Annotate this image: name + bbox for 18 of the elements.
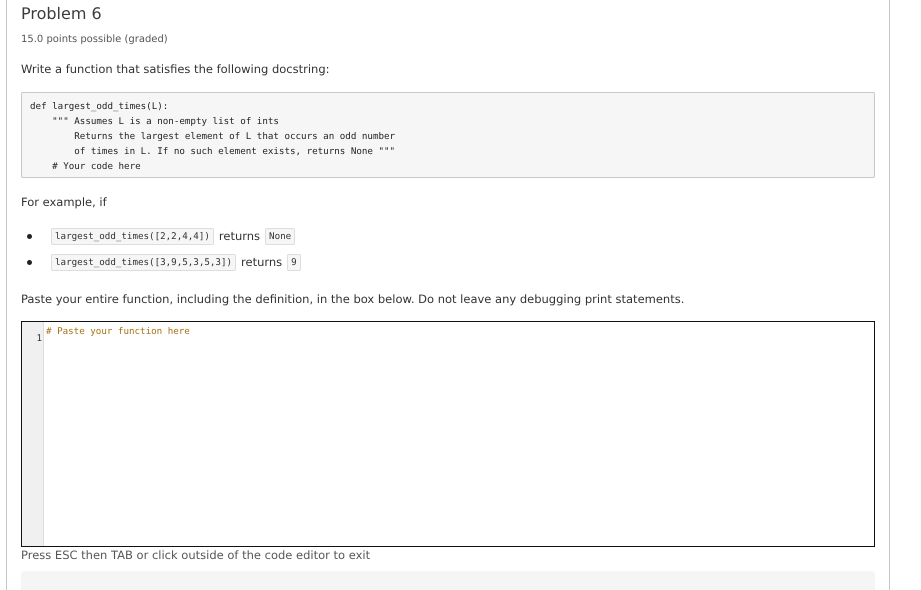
code-editor[interactable]: 1 # Paste your function here <box>21 321 875 547</box>
instructions-text: Paste your entire function, including the definition, in the box below. Do not leave any debugging print statements. <box>21 292 686 306</box>
bullet-icon <box>27 234 32 238</box>
returns-text: returns <box>241 255 282 269</box>
editor-hint: Press ESC then TAB or click outside of the code editor to exit <box>21 548 372 562</box>
code-snippet: largest_odd_times([3,9,5,3,5,3]) <box>51 254 236 270</box>
code-comment: # Paste your function here <box>46 326 190 337</box>
code-block: def largest_odd_times(L): """ Assumes L is a non-empty list of ints Returns the largest element of L that occurs an odd number of times in L. If no such element exists, returns None """ # Your code here <box>21 92 875 178</box>
code-snippet: None <box>265 228 296 244</box>
bullet-icon <box>27 260 32 264</box>
code-snippet: 9 <box>287 254 301 270</box>
example-intro: For example, if <box>21 195 108 209</box>
points-label: 15.0 points possible (graded) <box>21 34 169 45</box>
line-number: 1 <box>36 333 42 344</box>
returns-text: returns <box>218 229 260 243</box>
prompt-text: Write a function that satisfies the following docstring: <box>21 62 330 76</box>
problem-title: Problem 6 <box>21 4 103 23</box>
code-snippet: largest_odd_times([2,2,4,4]) <box>51 228 214 244</box>
